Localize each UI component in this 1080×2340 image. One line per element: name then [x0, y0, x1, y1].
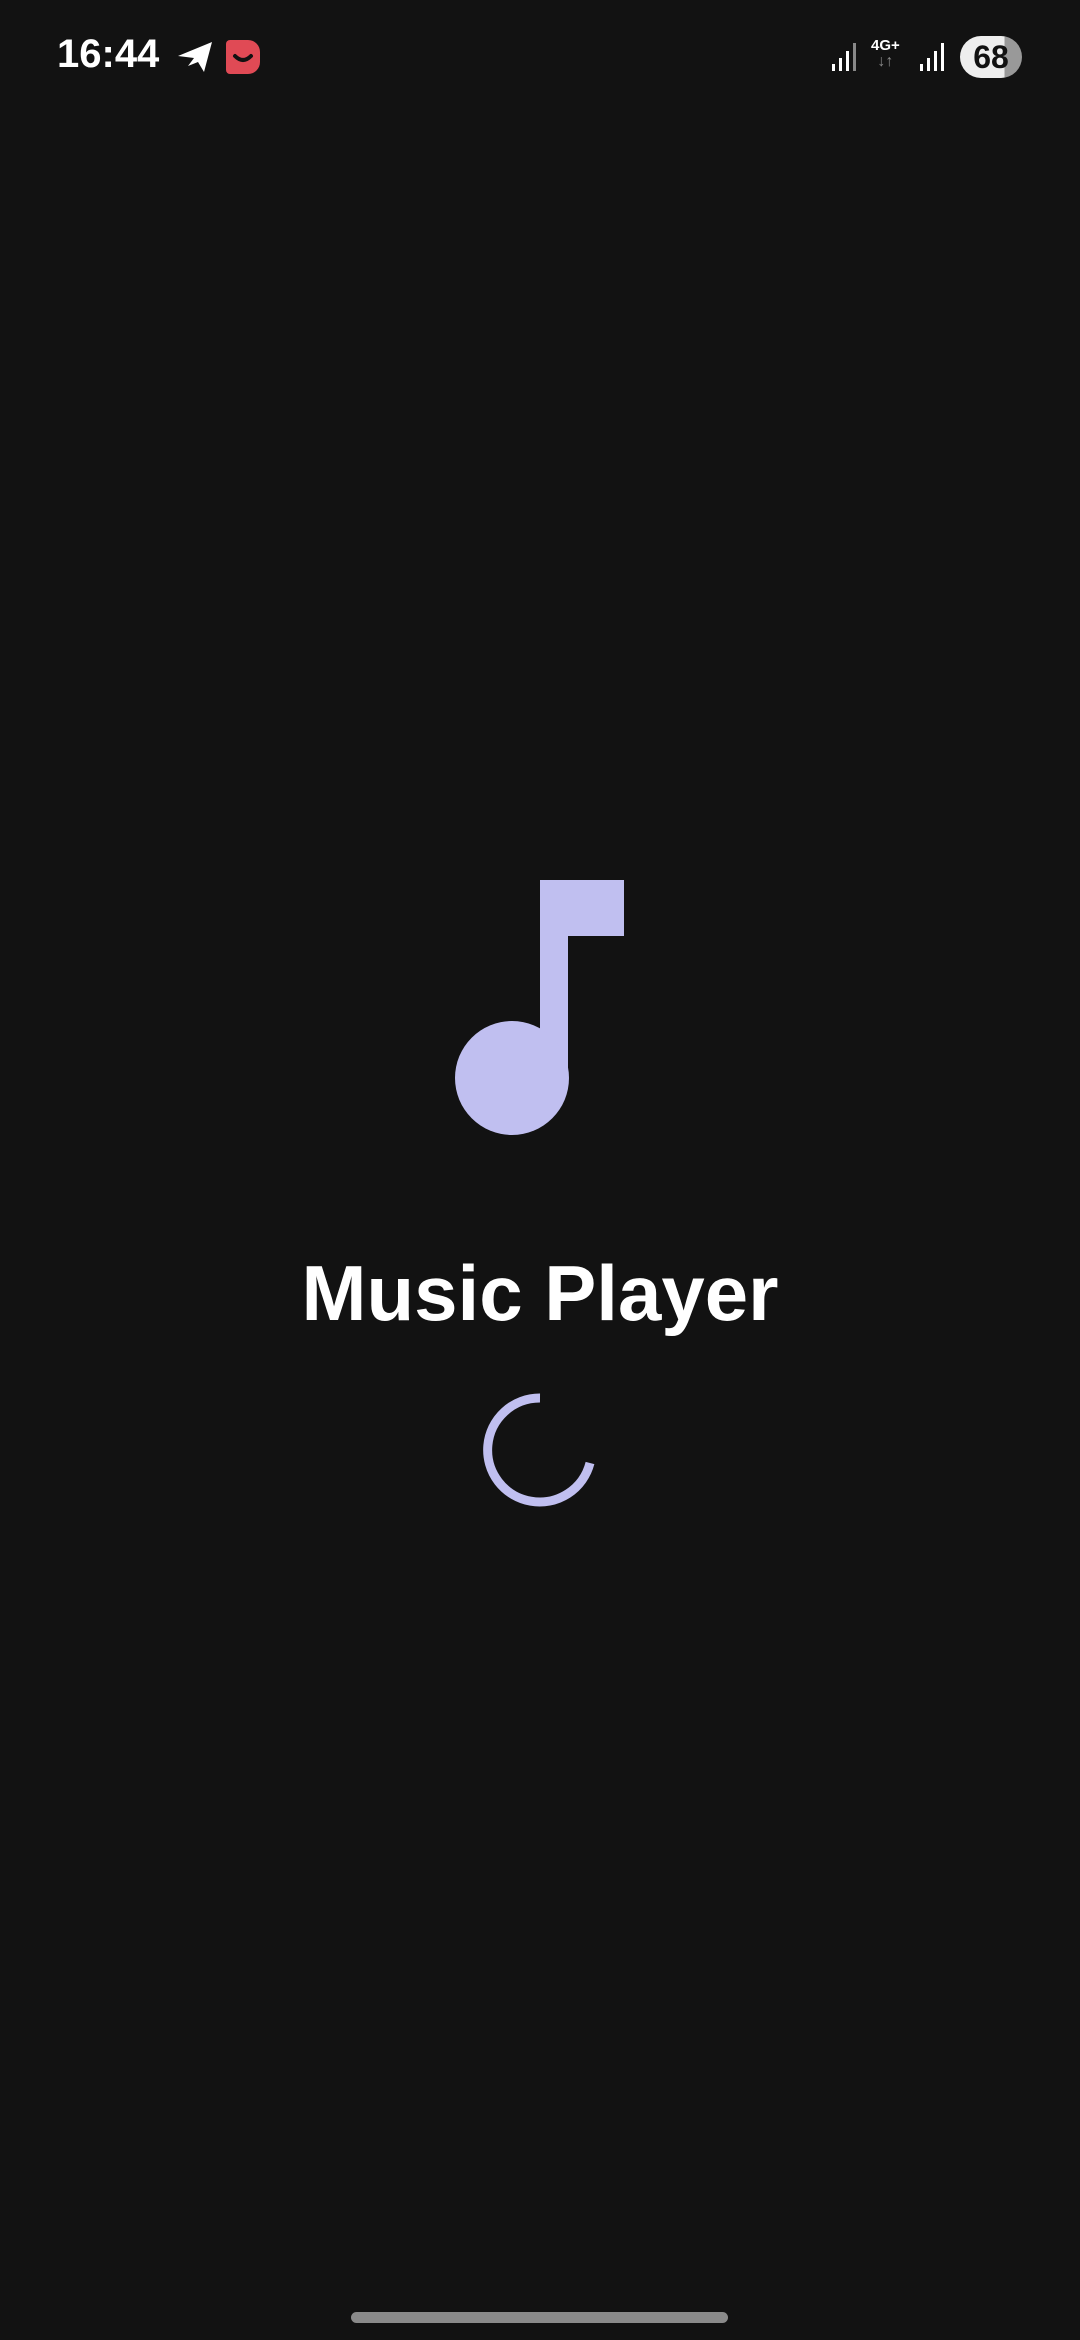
data-arrows-icon: ↓↑ — [877, 53, 894, 70]
signal-icon — [832, 43, 856, 71]
notification-app-icon — [226, 40, 260, 74]
battery-indicator: 68 — [960, 36, 1022, 78]
status-time: 16:44 — [57, 32, 160, 76]
home-indicator[interactable] — [351, 2312, 728, 2323]
telegram-icon — [178, 42, 212, 72]
loading-spinner — [483, 1393, 595, 1507]
app-title: Music Player — [301, 1249, 779, 1337]
network-type: 4G+ — [871, 37, 900, 54]
music-note-icon — [455, 880, 624, 1135]
signal-icon-2 — [920, 43, 944, 71]
status-bar: 16:44 4G+ ↓↑ 68 — [0, 0, 1080, 110]
network-indicator: 4G+ ↓↑ — [871, 38, 900, 70]
